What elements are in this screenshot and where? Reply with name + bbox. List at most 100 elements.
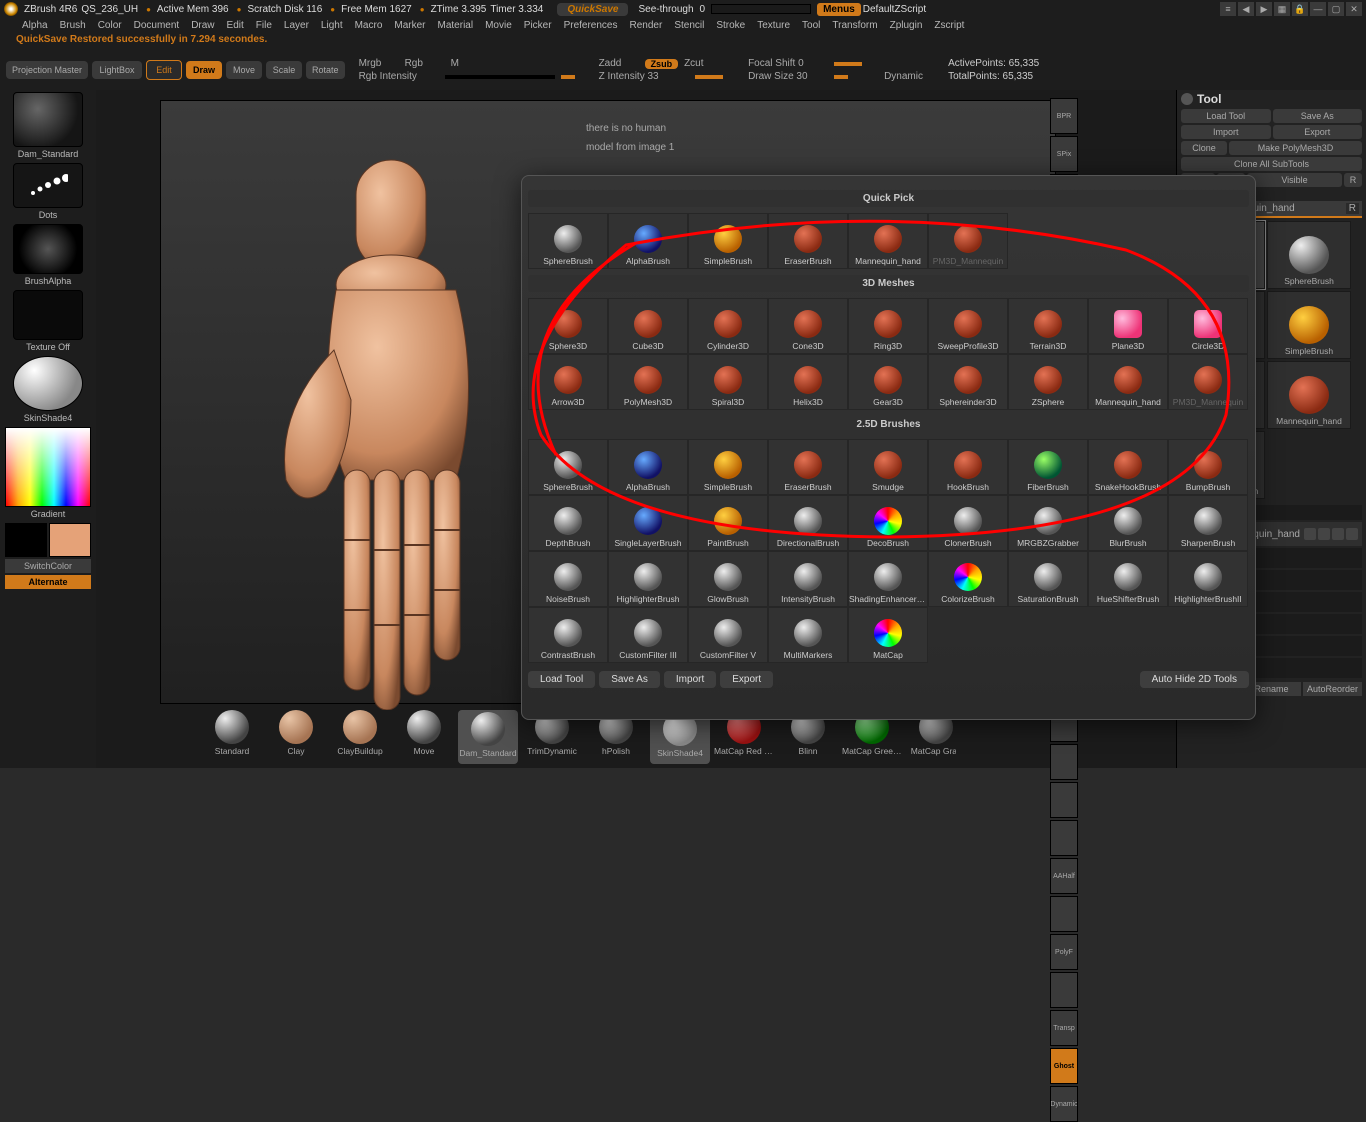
menu-light[interactable]: Light (315, 18, 349, 34)
menu-transform[interactable]: Transform (826, 18, 883, 34)
tool-item-intensitybrush[interactable]: IntensityBrush (768, 551, 848, 607)
tool-item-multimarkers[interactable]: MultiMarkers (768, 607, 848, 663)
menu-movie[interactable]: Movie (479, 18, 518, 34)
tool-item-plane3d[interactable]: Plane3D (1088, 298, 1168, 354)
material-claybuildup[interactable]: ClayBuildup (330, 710, 390, 764)
alternate-button[interactable]: Alternate (5, 575, 91, 589)
material-move[interactable]: Move (394, 710, 454, 764)
tool-item-saturationbrush[interactable]: SaturationBrush (1008, 551, 1088, 607)
tool-item-matcap[interactable]: MatCap (848, 607, 928, 663)
menu-zplugin[interactable]: Zplugin (884, 18, 929, 34)
load-tool-button[interactable]: Load Tool (1181, 109, 1271, 123)
rstrip-aahalf[interactable]: AAHalf (1050, 858, 1078, 894)
rstrip-polyf[interactable]: PolyF (1050, 934, 1078, 970)
switch-color-button[interactable]: SwitchColor (5, 559, 91, 573)
export-button[interactable]: Export (1273, 125, 1363, 139)
tool-item-clonerbrush[interactable]: ClonerBrush (928, 495, 1008, 551)
menu-layer[interactable]: Layer (278, 18, 315, 34)
menu-brush[interactable]: Brush (54, 18, 92, 34)
material-dam-standard[interactable]: Dam_Standard (458, 710, 518, 764)
m-toggle[interactable]: M (451, 58, 491, 69)
edit-mode-button[interactable]: Edit (146, 60, 182, 80)
mrgb-toggle[interactable]: Mrgb (359, 58, 399, 69)
tool-item-paintbrush[interactable]: PaintBrush (688, 495, 768, 551)
tool-item-hueshifterbrush[interactable]: HueShifterBrush (1088, 551, 1168, 607)
tool-item-zsphere[interactable]: ZSphere (1008, 354, 1088, 410)
zadd-toggle[interactable]: Zadd (599, 58, 639, 69)
tool-item-colorizebrush[interactable]: ColorizeBrush (928, 551, 1008, 607)
tool-item-snakehookbrush[interactable]: SnakeHookBrush (1088, 439, 1168, 495)
material-standard[interactable]: Standard (202, 710, 262, 764)
tool-item-smudge[interactable]: Smudge (848, 439, 928, 495)
layout-prev-icon[interactable]: ◀ (1238, 2, 1254, 16)
tool-item-ring3d[interactable]: Ring3D (848, 298, 928, 354)
material-thumbnail[interactable] (13, 356, 83, 411)
picker-export-button[interactable]: Export (720, 671, 773, 688)
tool-item-highlighterbrushii[interactable]: HighlighterBrushII (1168, 551, 1248, 607)
tool-item-sweepprofile3d[interactable]: SweepProfile3D (928, 298, 1008, 354)
subtool-polypaint-icon[interactable] (1318, 528, 1330, 540)
see-through-track[interactable] (711, 4, 811, 14)
tool-item-gear3d[interactable]: Gear3D (848, 354, 928, 410)
lock-icon[interactable]: 🔒 (1292, 2, 1308, 16)
move-mode-button[interactable]: Move (226, 61, 262, 79)
tool-item-customfilter-iii[interactable]: CustomFilter III (608, 607, 688, 663)
focal-shift-handle-icon[interactable] (834, 62, 862, 66)
rstrip-slot-21[interactable] (1050, 896, 1078, 932)
alpha-thumbnail[interactable] (13, 224, 83, 274)
rstrip-slot-17[interactable] (1050, 744, 1078, 780)
tool-item-polymesh3d[interactable]: PolyMesh3D (608, 354, 688, 410)
tool-item-shadingenhancerbrush[interactable]: ShadingEnhancerBrush (848, 551, 928, 607)
tool-item-simplebrush[interactable]: SimpleBrush (688, 439, 768, 495)
import-button[interactable]: Import (1181, 125, 1271, 139)
subtool-mode-icon[interactable] (1332, 528, 1344, 540)
pin-icon[interactable] (1181, 93, 1193, 105)
tool-item-eraserbrush[interactable]: EraserBrush (768, 213, 848, 269)
subtool-eye-icon[interactable] (1346, 528, 1358, 540)
zcut-toggle[interactable]: Zcut (684, 58, 724, 69)
panel-tool-simplebrush[interactable]: SimpleBrush (1267, 291, 1351, 359)
menu-file[interactable]: File (250, 18, 278, 34)
layout-store-icon[interactable]: ▦ (1274, 2, 1290, 16)
tool-item-highlighterbrush[interactable]: HighlighterBrush (608, 551, 688, 607)
menu-material[interactable]: Material (432, 18, 480, 34)
menu-tool[interactable]: Tool (796, 18, 826, 34)
clone-all-subtools-button[interactable]: Clone All SubTools (1181, 157, 1362, 171)
save-as-button[interactable]: Save As (1273, 109, 1363, 123)
tool-item-sharpenbrush[interactable]: SharpenBrush (1168, 495, 1248, 551)
rstrip-slot-23[interactable] (1050, 972, 1078, 1008)
menu-zscript[interactable]: Zscript (928, 18, 970, 34)
close-icon[interactable]: ✕ (1346, 2, 1362, 16)
autoreorder-button[interactable]: AutoReorder (1303, 682, 1362, 696)
menu-stroke[interactable]: Stroke (710, 18, 751, 34)
tool-item-sphereinder3d[interactable]: Sphereinder3D (928, 354, 1008, 410)
goz-r-button[interactable]: R (1344, 173, 1362, 187)
rgb-intensity-handle-icon[interactable] (561, 75, 575, 79)
secondary-color[interactable] (5, 523, 47, 557)
tool-item-blurbrush[interactable]: BlurBrush (1088, 495, 1168, 551)
panel-tool-spherebrush[interactable]: SphereBrush (1267, 221, 1351, 289)
menu-stencil[interactable]: Stencil (668, 18, 710, 34)
layout-cfg-icon[interactable]: ≡ (1220, 2, 1236, 16)
tool-item-decobrush[interactable]: DecoBrush (848, 495, 928, 551)
tool-item-eraserbrush[interactable]: EraserBrush (768, 439, 848, 495)
scale-mode-button[interactable]: Scale (266, 61, 302, 79)
primary-color[interactable] (49, 523, 91, 557)
tool-item-fiberbrush[interactable]: FiberBrush (1008, 439, 1088, 495)
tool-item-spherebrush[interactable]: SphereBrush (528, 439, 608, 495)
tool-item-glowbrush[interactable]: GlowBrush (688, 551, 768, 607)
picker-save-as-button[interactable]: Save As (599, 671, 660, 688)
picker-load-tool-button[interactable]: Load Tool (528, 671, 595, 688)
subtool-visibility-icon[interactable] (1304, 528, 1316, 540)
picker-import-button[interactable]: Import (664, 671, 716, 688)
tool-item-directionalbrush[interactable]: DirectionalBrush (768, 495, 848, 551)
texture-thumbnail[interactable] (13, 290, 83, 340)
brush-thumbnail[interactable] (13, 92, 83, 147)
tool-item-customfilter-v[interactable]: CustomFilter V (688, 607, 768, 663)
menu-preferences[interactable]: Preferences (558, 18, 624, 34)
tool-item-cone3d[interactable]: Cone3D (768, 298, 848, 354)
maximize-icon[interactable]: ▢ (1328, 2, 1344, 16)
tool-item-hookbrush[interactable]: HookBrush (928, 439, 1008, 495)
tool-item-mannequin-hand[interactable]: Mannequin_hand (848, 213, 928, 269)
tool-item-helix3d[interactable]: Helix3D (768, 354, 848, 410)
